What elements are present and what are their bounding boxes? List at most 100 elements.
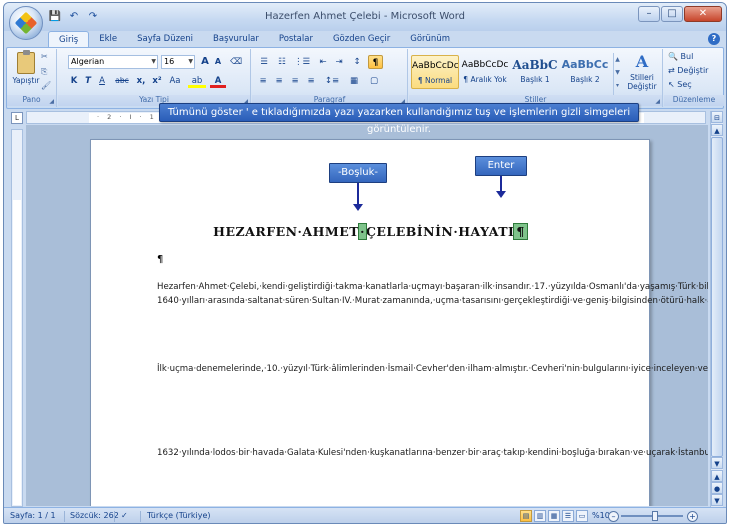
clipboard-launcher-icon[interactable]: ◢ xyxy=(49,98,54,105)
vertical-scrollbar[interactable]: ⊟ ▲ ▼ ▲ ● ▼ xyxy=(710,111,723,507)
scroll-down-button[interactable]: ▼ xyxy=(711,457,723,469)
font-name-combo[interactable]: Algerian ▼ xyxy=(68,55,158,69)
ruler-toggle-button[interactable]: ⊟ xyxy=(711,111,723,123)
scroll-up-button[interactable]: ▲ xyxy=(711,124,723,136)
tab-references[interactable]: Başvurular xyxy=(203,31,269,47)
tab-review[interactable]: Gözden Geçir xyxy=(323,31,400,47)
previous-page-button[interactable]: ▲ xyxy=(711,470,723,482)
format-painter-icon[interactable]: 🖌 xyxy=(41,81,51,90)
enter-callout: Enter xyxy=(475,156,527,176)
show-hide-button[interactable]: ¶ xyxy=(368,55,383,69)
underline-button[interactable]: A xyxy=(96,74,108,88)
vertical-ruler[interactable] xyxy=(11,129,23,507)
borders-button[interactable]: ▢ xyxy=(366,74,382,88)
enter-arrow-line xyxy=(500,176,502,192)
styles-group: AaBbCcDc ¶ Normal AaBbCcDc ¶ Aralık Yok … xyxy=(409,49,663,107)
heading-part-2: ÇELEBİNİN·HAYATI xyxy=(365,224,515,239)
clear-formatting-button[interactable]: ⌫ xyxy=(228,55,244,69)
proofing-icon[interactable]: ✓ xyxy=(121,511,128,520)
editing-group-label: Düzenleme xyxy=(664,95,724,106)
paragraph-2: İlk·uçma·denemelerinde,·10.·yüzyıl·Türk·… xyxy=(157,364,708,374)
word-count[interactable]: Sözcük: 262 xyxy=(70,511,119,520)
scroll-thumb[interactable] xyxy=(711,137,723,457)
font-color-button[interactable]: A xyxy=(210,74,226,88)
bullets-button[interactable]: ☰ xyxy=(256,55,272,69)
find-label: Bul xyxy=(680,52,694,61)
shading-button[interactable]: ▦ xyxy=(346,74,362,88)
style-no-spacing[interactable]: AaBbCcDc ¶ Aralık Yok xyxy=(461,55,509,89)
tab-page-layout[interactable]: Sayfa Düzeni xyxy=(127,31,203,47)
paragraph-group: ☰ ☷ ⋮☰ ⇤ ⇥ ↕ ¶ ≡ ≡ ≡ ≡ ↕≡ ▦ ▢ Paragraf ◢ xyxy=(252,49,408,107)
increase-indent-button[interactable]: ⇥ xyxy=(332,55,346,69)
maximize-button[interactable]: □ xyxy=(661,6,683,22)
window-title: Hazerfen Ahmet Çelebi - Microsoft Word xyxy=(264,11,466,22)
sort-button[interactable]: ↕ xyxy=(350,55,364,69)
subscript-button[interactable]: x, xyxy=(134,74,148,88)
style-heading-2[interactable]: AaBbCc Başlık 2 xyxy=(561,55,609,89)
tab-insert[interactable]: Ekle xyxy=(89,31,127,47)
next-page-button[interactable]: ▼ xyxy=(711,494,723,506)
center-button[interactable]: ≡ xyxy=(272,74,286,88)
window-controls: – □ ✕ xyxy=(638,6,722,22)
tab-view[interactable]: Görünüm xyxy=(400,31,460,47)
shrink-font-button[interactable]: A xyxy=(212,55,224,69)
paragraph-3: 1632·yılında·lodos·bir·havada·Galata·Kul… xyxy=(157,448,708,458)
empty-paragraph-mark: ¶ xyxy=(157,254,164,265)
full-screen-view-icon[interactable]: ▥ xyxy=(534,510,546,522)
font-name-value: Algerian xyxy=(71,57,105,66)
tab-mailings[interactable]: Postalar xyxy=(269,31,323,47)
highlight-button[interactable]: ab xyxy=(188,74,206,88)
office-button[interactable] xyxy=(9,6,43,40)
paragraph-mark-highlighted: ¶ xyxy=(513,223,528,240)
change-styles-label: Stilleri Değiştir xyxy=(627,73,657,91)
justify-button[interactable]: ≡ xyxy=(304,74,318,88)
change-case-button[interactable]: Aa xyxy=(166,74,184,88)
styles-scroll[interactable]: ▲ ▼ ▾ xyxy=(613,53,621,95)
tab-home[interactable]: Giriş xyxy=(48,31,90,47)
select-button[interactable]: ↖ Seç xyxy=(668,80,692,89)
select-browse-object-button[interactable]: ● xyxy=(711,482,723,494)
copy-icon[interactable]: ⎘ xyxy=(41,67,47,77)
align-left-button[interactable]: ≡ xyxy=(256,74,270,88)
minimize-button[interactable]: – xyxy=(638,6,660,22)
office-logo-icon xyxy=(14,11,38,35)
print-layout-view-icon[interactable]: ▤ xyxy=(520,510,532,522)
page-count[interactable]: Sayfa: 1 / 1 xyxy=(10,511,56,520)
close-button[interactable]: ✕ xyxy=(684,6,722,22)
show-hide-tooltip: Tümünü göster ' e tıkladığımızda yazı ya… xyxy=(159,103,639,135)
language-indicator[interactable]: Türkçe (Türkiye) xyxy=(147,511,211,520)
multilevel-list-button[interactable]: ⋮☰ xyxy=(292,55,312,69)
line-spacing-button[interactable]: ↕≡ xyxy=(322,74,342,88)
styles-launcher-icon[interactable]: ◢ xyxy=(655,98,660,105)
strikethrough-button[interactable]: abc xyxy=(112,74,132,88)
style-heading-1[interactable]: AaBbC Başlık 1 xyxy=(511,55,559,89)
numbering-button[interactable]: ☷ xyxy=(274,55,290,69)
italic-button[interactable]: T xyxy=(82,74,94,88)
cursor-icon: ↖ xyxy=(668,80,675,89)
zoom-slider-thumb[interactable] xyxy=(652,511,658,521)
bold-button[interactable]: K xyxy=(68,74,80,88)
draft-view-icon[interactable]: ▭ xyxy=(576,510,588,522)
outline-view-icon[interactable]: ☰ xyxy=(562,510,574,522)
style-normal[interactable]: AaBbCcDc ¶ Normal xyxy=(411,55,459,89)
zoom-in-button[interactable]: + xyxy=(687,511,698,522)
help-icon[interactable]: ? xyxy=(708,33,720,45)
change-styles-button[interactable]: A Stilleri Değiştir xyxy=(623,51,661,95)
font-size-combo[interactable]: 16 ▼ xyxy=(161,55,195,69)
find-button[interactable]: 🔍 Bul xyxy=(668,52,693,61)
document-area[interactable]: HEZARFEN·AHMET·ÇELEBİNİN·HAYATI ¶ ¶ Hezar… xyxy=(26,125,708,506)
document-page[interactable]: HEZARFEN·AHMET·ÇELEBİNİN·HAYATI ¶ ¶ Hezar… xyxy=(90,139,708,506)
tab-selector-button[interactable]: L xyxy=(11,112,23,124)
decrease-indent-button[interactable]: ⇤ xyxy=(316,55,330,69)
web-layout-view-icon[interactable]: ▦ xyxy=(548,510,560,522)
style-no-spacing-sample: AaBbCcDc xyxy=(461,60,509,70)
replace-button[interactable]: ⇄ Değiştir xyxy=(668,66,708,75)
grow-font-button[interactable]: A xyxy=(199,55,211,69)
style-normal-name: ¶ Normal xyxy=(417,76,453,85)
align-right-button[interactable]: ≡ xyxy=(288,74,302,88)
paste-button[interactable]: Yapıştır xyxy=(11,50,41,92)
status-separator xyxy=(114,511,115,522)
cut-icon[interactable]: ✂ xyxy=(41,52,48,61)
superscript-button[interactable]: x² xyxy=(150,74,164,88)
zoom-out-button[interactable]: – xyxy=(608,511,619,522)
